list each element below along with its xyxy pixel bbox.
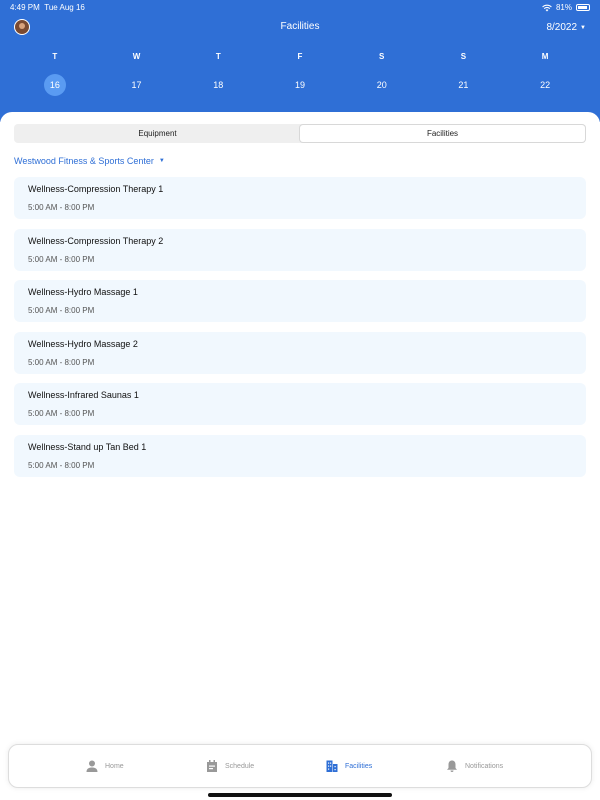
facility-name: Wellness-Compression Therapy 2 [28,235,164,246]
weekday-label: M [541,52,549,61]
location-selector[interactable]: Westwood Fitness & Sports Center ▼ [14,156,165,166]
header: 4:49 PM Tue Aug 16 81% Facilities 8/2022… [0,0,600,122]
tab-facilities[interactable]: Facilities [300,125,585,142]
facility-hours: 5:00 AM - 8:00 PM [28,203,95,212]
date-cell[interactable]: 22 [534,74,556,96]
facility-hours: 5:00 AM - 8:00 PM [28,254,95,264]
weekday-label: W [132,52,141,61]
person-icon [86,760,98,772]
facility-hours: 5:00 AM - 8:00 PM [28,409,95,418]
status-bar: 4:49 PM Tue Aug 16 81% [10,3,590,15]
status-date: Tue Aug 16 [44,3,85,12]
page-title: Facilities [280,21,320,32]
weekday-row: TWTFSSM [14,52,586,61]
building-icon [326,760,338,772]
tab-bar: Home Schedule Facilities Notifications [8,744,592,788]
facility-hours: 5:00 AM - 8:00 PM [28,357,95,367]
facility-list: Wellness-Compression Therapy 1 5:00 AM - … [14,177,586,486]
weekday-label: T [215,52,221,61]
weekday-label: T [52,52,58,61]
bell-icon [447,760,457,772]
date-row: 16 17 18 19 20 21 22 [14,74,586,96]
facility-name: Wellness-Infrared Saunas 1 [28,390,139,400]
facility-name: Wellness-Hydro Massage 2 [28,338,138,349]
date-cell[interactable]: 20 [371,74,393,96]
weekday-label: S [379,52,385,61]
wifi-icon [542,4,552,11]
date-cell[interactable]: 17 [126,74,148,96]
list-item[interactable]: Wellness-Infrared Saunas 1 5:00 AM - 8:00… [14,383,586,425]
tab-label: Home [105,762,124,770]
list-item[interactable]: Wellness-Compression Therapy 2 5:00 AM - … [14,228,586,271]
month-label: 8/2022 [546,22,578,33]
calendar-icon [207,760,217,772]
battery-percent: 81% [555,3,572,12]
tab-equipment[interactable]: Equipment [15,125,300,142]
date-cell[interactable]: 21 [452,74,474,96]
battery-icon [576,4,590,11]
tab-label: Notifications [465,762,504,770]
date-cell[interactable]: 16 [43,74,66,96]
facility-name: Wellness-Hydro Massage 1 [28,287,138,297]
location-name: Westwood Fitness & Sports Center [14,156,154,166]
tab-label: Schedule [225,762,255,770]
chevron-down-icon: ▼ [158,158,165,164]
weekday-label: F [297,52,303,61]
facility-hours: 5:00 AM - 8:00 PM [28,306,95,315]
tab-notifications[interactable]: Notifications [445,759,515,773]
facility-name: Wellness-Compression Therapy 1 [28,184,164,194]
weekday-label: S [460,52,467,61]
chevron-down-icon: ▼ [580,24,586,31]
month-selector[interactable]: 8/2022 ▼ [546,22,586,33]
list-item[interactable]: Wellness-Hydro Massage 2 5:00 AM - 8:00 P… [14,331,586,374]
tab-schedule[interactable]: Schedule [205,759,275,773]
date-cell[interactable]: 19 [289,74,311,96]
tab-home[interactable]: Home [85,759,155,773]
tab-label: Facilities [345,762,373,770]
segmented-control: Equipment Facilities [14,124,586,143]
status-time: 4:49 PM [10,3,40,12]
status-time-date: 4:49 PM Tue Aug 16 [10,3,85,12]
list-item[interactable]: Wellness-Hydro Massage 1 5:00 AM - 8:00 P… [14,280,586,322]
list-item[interactable]: Wellness-Compression Therapy 1 5:00 AM - … [14,177,586,219]
facility-hours: 5:00 AM - 8:00 PM [28,460,95,470]
status-indicators: 81% [542,3,590,12]
date-cell[interactable]: 18 [207,74,229,96]
home-indicator [208,793,392,797]
facility-name: Wellness-Stand up Tan Bed 1 [28,441,147,452]
tab-facilities[interactable]: Facilities [325,759,395,773]
list-item[interactable]: Wellness-Stand up Tan Bed 1 5:00 AM - 8:0… [14,434,586,477]
